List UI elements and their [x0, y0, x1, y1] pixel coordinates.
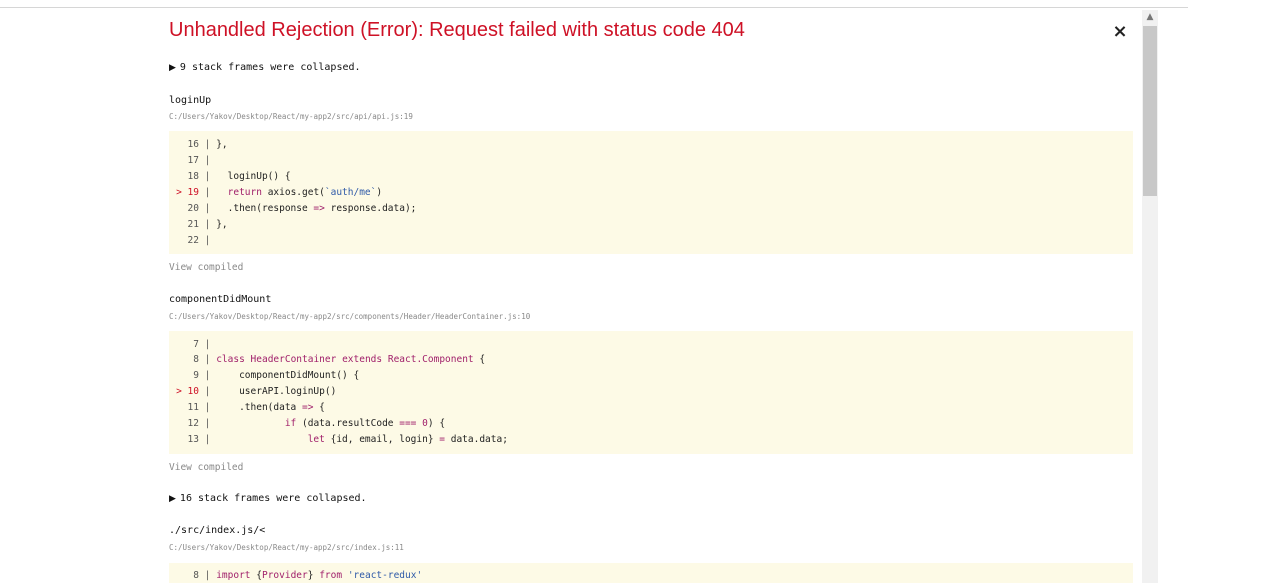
view-compiled-link[interactable]: View compiled — [169, 462, 243, 473]
code-line: 12 | if (data.resultCode === 0) { — [187, 418, 446, 429]
frame-function-name: ./src/index.js/< — [169, 525, 266, 536]
code-line: 9 | componentDidMount() { — [193, 370, 360, 381]
code-snippet: 8 | import {Provider} from 'react-redux' — [169, 563, 1133, 583]
triangle-right-icon: ▶ — [169, 63, 176, 73]
collapsed-frames-toggle[interactable]: ▶ 9 stack frames were collapsed. — [169, 62, 361, 73]
scrollbar-thumb[interactable] — [1143, 26, 1157, 196]
frame-file-path: C:/Users/Yakov/Desktop/React/my-app2/src… — [169, 112, 413, 121]
code-line: 20 | .then(response => response.data); — [187, 203, 417, 214]
browser-top-edge — [0, 0, 1188, 8]
code-line: 13 | let {id, email, login} = data.data; — [187, 434, 508, 445]
code-line: 17 | — [187, 155, 211, 166]
frame-file-path: C:/Users/Yakov/Desktop/React/my-app2/src… — [169, 543, 404, 552]
code-snippet: 7 | 8 | class HeaderContainer extends Re… — [169, 331, 1133, 454]
frame-function-name: componentDidMount — [169, 294, 272, 305]
chevron-up-icon[interactable]: ▲ — [1142, 10, 1158, 24]
close-icon[interactable]: × — [1112, 22, 1128, 42]
code-snippet: 16 | }, 17 | 18 | loginUp() { > 19 | ret… — [169, 131, 1133, 254]
code-line: 7 | — [193, 339, 211, 350]
collapsed-frames-toggle[interactable]: ▶ 16 stack frames were collapsed. — [169, 493, 367, 504]
frame-file-path: C:/Users/Yakov/Desktop/React/my-app2/src… — [169, 312, 531, 321]
code-line: 16 | }, — [187, 139, 228, 150]
code-line: 21 | }, — [187, 219, 228, 230]
code-line: 18 | loginUp() { — [187, 171, 291, 182]
code-line: 11 | .then(data => { — [187, 402, 325, 413]
error-title: Unhandled Rejection (Error): Request fai… — [169, 19, 745, 41]
code-line: 8 | import {Provider} from 'react-redux' — [193, 570, 423, 581]
triangle-right-icon: ▶ — [169, 494, 176, 504]
code-line: 8 | class HeaderContainer extends React.… — [193, 354, 486, 365]
collapsed-frames-label: 9 stack frames were collapsed. — [179, 62, 361, 73]
code-line: 22 | — [187, 235, 211, 246]
code-line-highlighted: > 19 | return axios.get(`auth/me`) — [176, 187, 383, 198]
collapsed-frames-label: 16 stack frames were collapsed. — [179, 493, 367, 504]
frame-function-name: loginUp — [169, 95, 212, 106]
code-line-highlighted: > 10 | userAPI.loginUp() — [176, 386, 337, 397]
view-compiled-link[interactable]: View compiled — [169, 262, 243, 273]
